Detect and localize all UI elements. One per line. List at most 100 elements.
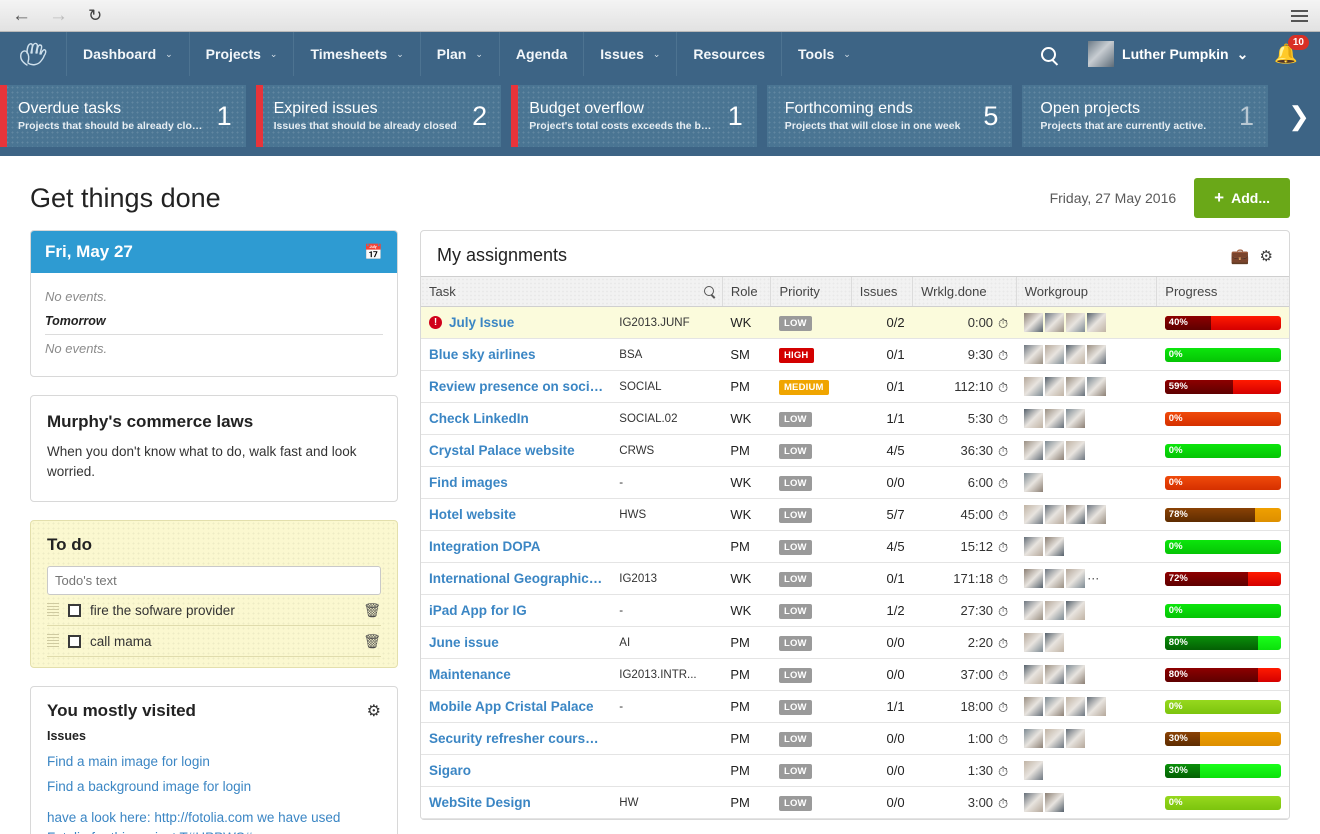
- table-row[interactable]: !July IssueIG2013.JUNFWKLOW0/20:00⏱40%: [421, 307, 1289, 339]
- column-header-worklog-done[interactable]: Wrklg.done: [913, 277, 1017, 307]
- table-row[interactable]: Security refresher course 20...PMLOW0/01…: [421, 723, 1289, 755]
- table-row[interactable]: WebSite DesignHWPMLOW0/03:00⏱0%: [421, 787, 1289, 819]
- avatar[interactable]: [1087, 377, 1106, 396]
- avatar[interactable]: [1024, 313, 1043, 332]
- kpi-card-overdue-tasks[interactable]: Overdue tasks Projects that should be al…: [0, 85, 246, 147]
- global-search-button[interactable]: [1023, 47, 1074, 62]
- task-link[interactable]: Security refresher course 20...: [429, 731, 603, 746]
- avatar[interactable]: [1045, 697, 1064, 716]
- start-timer-icon[interactable]: ⏱: [998, 540, 1008, 556]
- avatar[interactable]: [1045, 313, 1064, 332]
- avatar[interactable]: [1066, 313, 1085, 332]
- avatar[interactable]: [1066, 601, 1085, 620]
- table-row[interactable]: iPad App for IG-WKLOW1/227:30⏱0%: [421, 595, 1289, 627]
- avatar[interactable]: [1045, 441, 1064, 460]
- avatar[interactable]: [1045, 633, 1064, 652]
- table-row[interactable]: June issueAIPMLOW0/02:20⏱80%: [421, 627, 1289, 659]
- start-timer-icon[interactable]: ⏱: [998, 764, 1008, 780]
- table-row[interactable]: Mobile App Cristal Palace-PMLOW1/118:00⏱…: [421, 691, 1289, 723]
- avatar[interactable]: [1045, 377, 1064, 396]
- more-members-icon[interactable]: ⋯: [1087, 572, 1100, 586]
- start-timer-icon[interactable]: ⏱: [998, 316, 1008, 332]
- forward-icon[interactable]: →: [49, 6, 68, 25]
- back-icon[interactable]: ←: [12, 6, 31, 25]
- table-row[interactable]: Integration DOPAPMLOW4/515:12⏱0%: [421, 531, 1289, 563]
- avatar[interactable]: [1024, 697, 1043, 716]
- avatar[interactable]: [1024, 441, 1043, 460]
- start-timer-icon[interactable]: ⏱: [998, 508, 1008, 524]
- avatar[interactable]: [1024, 729, 1043, 748]
- gear-icon[interactable]: ⚙: [1260, 247, 1273, 265]
- visited-link[interactable]: Find a background image for login: [47, 777, 381, 797]
- task-link[interactable]: Integration DOPA: [429, 539, 541, 554]
- avatar[interactable]: [1045, 665, 1064, 684]
- notifications-button[interactable]: 🔔 10: [1262, 42, 1304, 66]
- avatar[interactable]: [1024, 761, 1043, 780]
- start-timer-icon[interactable]: ⏱: [998, 700, 1008, 716]
- avatar[interactable]: [1066, 377, 1085, 396]
- avatar[interactable]: [1087, 313, 1106, 332]
- task-link[interactable]: Review presence on social n...: [429, 379, 603, 394]
- avatar[interactable]: [1066, 345, 1085, 364]
- gear-icon[interactable]: ⚙: [367, 701, 381, 721]
- avatar[interactable]: [1066, 441, 1085, 460]
- table-row[interactable]: Review presence on social n...SOCIALPMME…: [421, 371, 1289, 403]
- avatar[interactable]: [1045, 729, 1064, 748]
- drag-handle-icon[interactable]: [47, 603, 59, 618]
- avatar[interactable]: [1045, 601, 1064, 620]
- table-row[interactable]: International Geographic M...IG2013WKLOW…: [421, 563, 1289, 595]
- app-logo[interactable]: [0, 32, 66, 76]
- hamburger-menu-icon[interactable]: [1291, 10, 1308, 22]
- todo-item[interactable]: fire the sofware provider 🗑: [47, 595, 381, 626]
- table-row[interactable]: Find images-WKLOW0/06:00⏱0%: [421, 467, 1289, 499]
- nav-item-tools[interactable]: Tools ⌄: [781, 32, 867, 76]
- task-link[interactable]: iPad App for IG: [429, 603, 527, 618]
- column-header-task[interactable]: Task: [421, 277, 722, 307]
- avatar[interactable]: [1087, 505, 1106, 524]
- user-menu[interactable]: Luther Pumpkin ⌄: [1074, 41, 1262, 67]
- avatar[interactable]: [1045, 505, 1064, 524]
- trash-icon[interactable]: 🗑: [363, 602, 381, 619]
- avatar[interactable]: [1024, 537, 1043, 556]
- search-icon[interactable]: [704, 284, 714, 299]
- table-row[interactable]: SigaroPMLOW0/01:30⏱30%: [421, 755, 1289, 787]
- visited-link[interactable]: Find a main image for login: [47, 752, 381, 772]
- start-timer-icon[interactable]: ⏱: [998, 796, 1008, 812]
- nav-item-resources[interactable]: Resources: [676, 32, 781, 76]
- table-row[interactable]: Blue sky airlinesBSASMHIGH0/19:30⏱0%: [421, 339, 1289, 371]
- avatar[interactable]: [1024, 665, 1043, 684]
- avatar[interactable]: [1066, 665, 1085, 684]
- nav-item-agenda[interactable]: Agenda: [499, 32, 583, 76]
- briefcase-icon[interactable]: 💼: [1231, 247, 1250, 265]
- start-timer-icon[interactable]: ⏱: [998, 732, 1008, 748]
- todo-checkbox[interactable]: [68, 604, 81, 617]
- task-link[interactable]: Mobile App Cristal Palace: [429, 699, 594, 714]
- avatar[interactable]: [1045, 537, 1064, 556]
- nav-item-issues[interactable]: Issues ⌄: [583, 32, 676, 76]
- table-row[interactable]: Crystal Palace websiteCRWSPMLOW4/536:30⏱…: [421, 435, 1289, 467]
- start-timer-icon[interactable]: ⏱: [998, 668, 1008, 684]
- nav-item-dashboard[interactable]: Dashboard ⌄: [66, 32, 189, 76]
- avatar[interactable]: [1024, 601, 1043, 620]
- task-link[interactable]: Crystal Palace website: [429, 443, 575, 458]
- task-link[interactable]: WebSite Design: [429, 795, 531, 810]
- add-button[interactable]: + Add...: [1194, 178, 1290, 218]
- task-link[interactable]: Check LinkedIn: [429, 411, 529, 426]
- avatar[interactable]: [1024, 793, 1043, 812]
- todo-checkbox[interactable]: [68, 635, 81, 648]
- table-row[interactable]: MaintenanceIG2013.INTR...PMLOW0/037:00⏱8…: [421, 659, 1289, 691]
- task-link[interactable]: Blue sky airlines: [429, 347, 536, 362]
- chevron-right-icon[interactable]: ❯: [1278, 101, 1320, 132]
- trash-icon[interactable]: 🗑: [363, 633, 381, 650]
- task-link[interactable]: Sigaro: [429, 763, 471, 778]
- start-timer-icon[interactable]: ⏱: [998, 604, 1008, 620]
- start-timer-icon[interactable]: ⏱: [998, 444, 1008, 460]
- task-link[interactable]: International Geographic M...: [429, 571, 603, 586]
- task-link[interactable]: June issue: [429, 635, 499, 650]
- kpi-card-expired-issues[interactable]: Expired issues Issues that should be alr…: [256, 85, 502, 147]
- column-header-role[interactable]: Role: [722, 277, 771, 307]
- column-header-progress[interactable]: Progress: [1157, 277, 1289, 307]
- column-header-issues[interactable]: Issues: [851, 277, 912, 307]
- nav-item-plan[interactable]: Plan ⌄: [420, 32, 499, 76]
- avatar[interactable]: [1087, 697, 1106, 716]
